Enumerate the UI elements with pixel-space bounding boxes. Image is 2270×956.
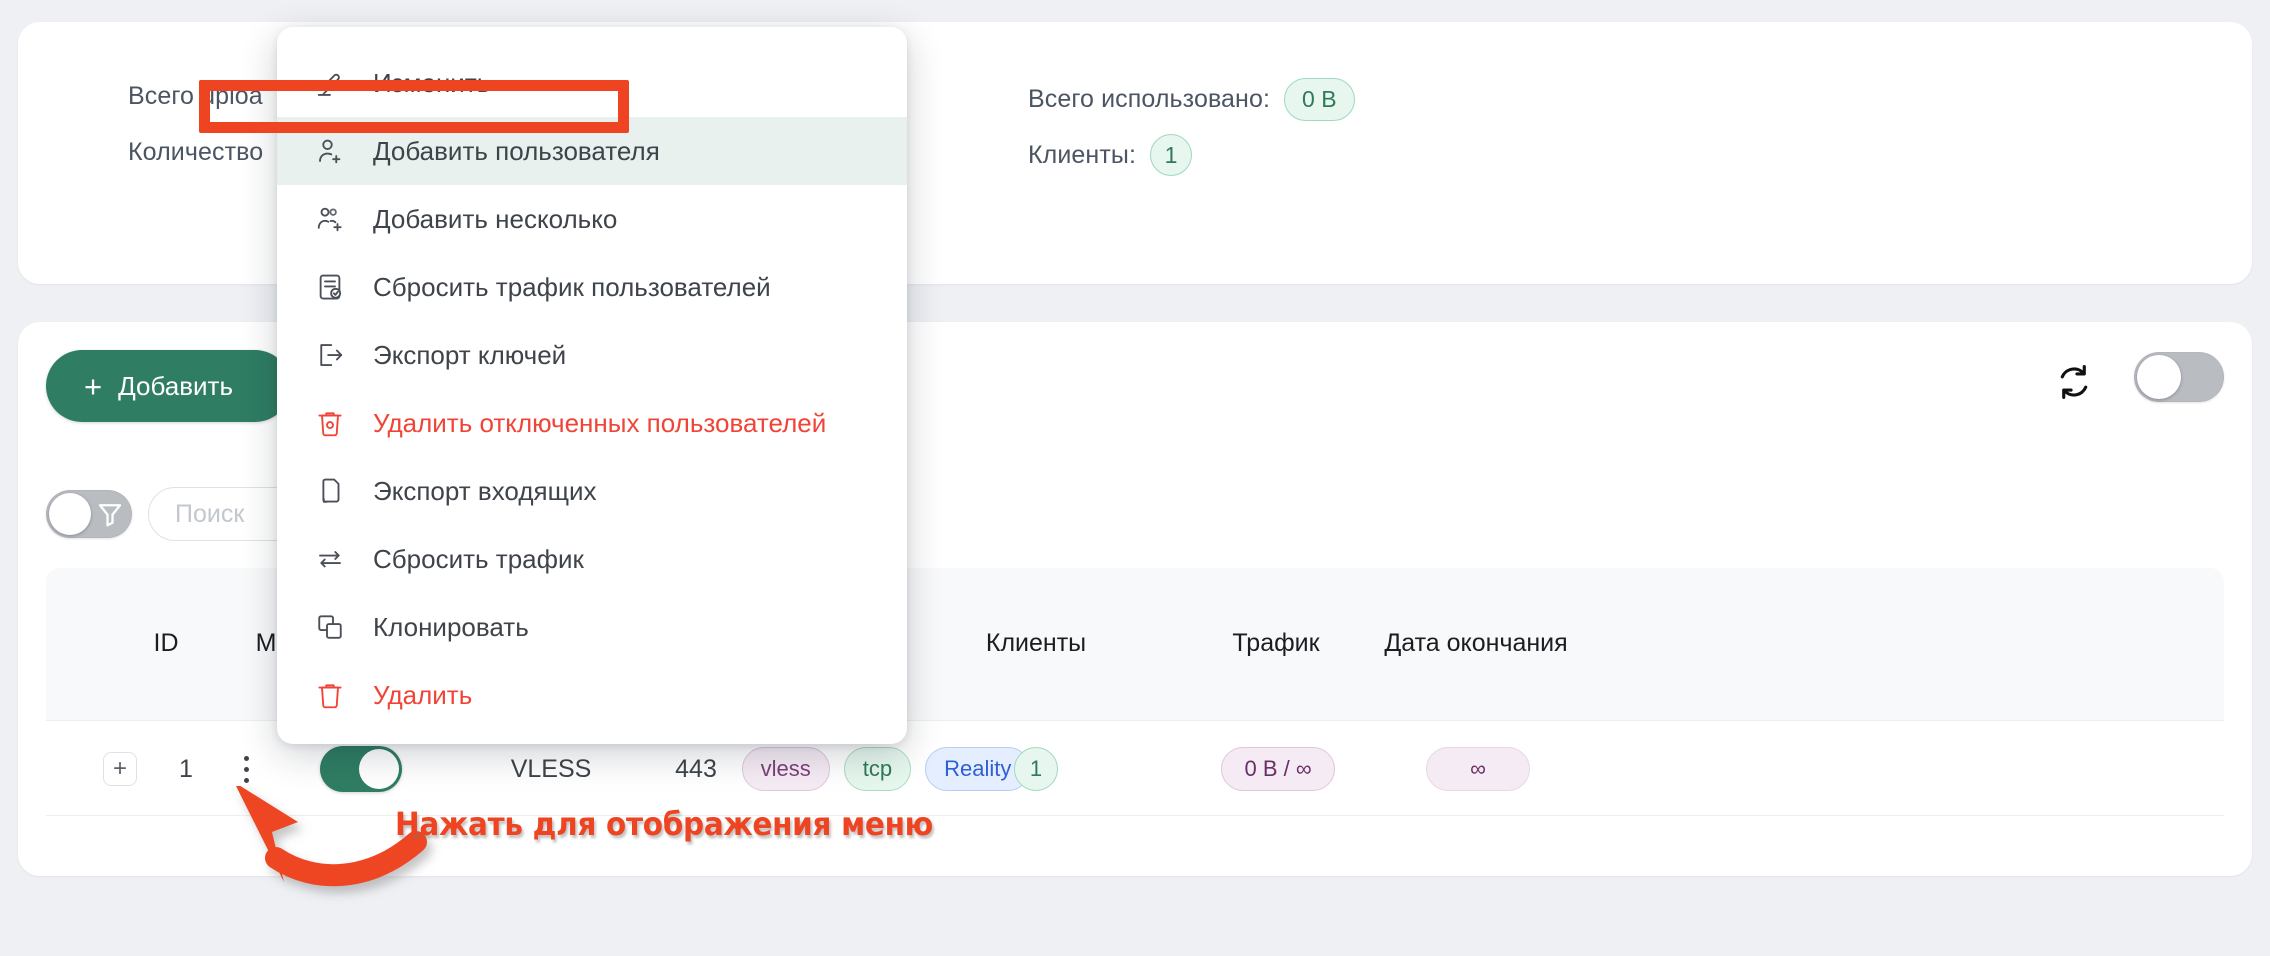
menu-item-label: Удалить [373, 679, 473, 710]
menu-item-reset-traffic[interactable]: Сбросить трафик [277, 525, 907, 593]
menu-item-label: Сбросить трафик пользователей [373, 271, 771, 302]
menu-item-label: Сбросить трафик [373, 543, 584, 574]
funnel-icon [95, 499, 125, 529]
menu-item-label: Клонировать [373, 611, 529, 642]
file-check-icon [315, 272, 345, 302]
table-header-traffic[interactable]: Трафик [1166, 568, 1386, 720]
menu-item-add-user[interactable]: Добавить пользователя [277, 117, 907, 185]
row-menu-icon[interactable] [243, 755, 249, 783]
filter-toggle[interactable] [46, 490, 132, 538]
menu-item-add-bulk[interactable]: Добавить несколько [277, 185, 907, 253]
stat-clients-label: Клиенты: [1028, 140, 1136, 169]
stat-total-used-label: Всего использовано: [1028, 85, 1271, 113]
refresh-icon[interactable] [2052, 360, 2096, 404]
table-header-id[interactable]: ID [116, 568, 216, 720]
plus-icon: + [84, 368, 103, 404]
row-clients-badge: 1 [1014, 747, 1058, 791]
tag-vless: vless [741, 747, 830, 791]
menu-item-label: Экспорт ключей [373, 339, 567, 370]
row-id: 1 [179, 754, 193, 783]
menu-item-delete[interactable]: Удалить [277, 661, 907, 729]
expand-icon[interactable]: + [103, 752, 137, 786]
export-icon [315, 340, 345, 370]
clone-icon [315, 612, 345, 642]
toggle-knob [49, 493, 91, 535]
menu-item-label: Добавить несколько [373, 203, 618, 234]
menu-item-delete-depleted-users[interactable]: Удалить отключенных пользователей [277, 389, 907, 457]
users-plus-icon [315, 204, 345, 234]
row-traffic-cell: 0 B / ∞ [1168, 721, 1388, 817]
reset-arrows-icon [315, 544, 345, 574]
curved-arrow-icon [234, 782, 427, 887]
trash-circle-icon [315, 408, 345, 438]
menu-item-clone[interactable]: Клонировать [277, 593, 907, 661]
stat-count: Количество [128, 138, 263, 167]
menu-item-reset-users-traffic[interactable]: Сбросить трафик пользователей [277, 253, 907, 321]
row-clients-cell: 1 [936, 721, 1136, 817]
table-header-clients[interactable]: Клиенты [926, 568, 1146, 720]
toggle-knob [359, 749, 399, 789]
context-menu: Изменить Добавить пользователя Добавить … [277, 27, 907, 744]
add-button-label: Добавить [118, 370, 234, 401]
toggle-knob [2137, 355, 2181, 399]
row-traffic-badge: 0 B / ∞ [1221, 747, 1335, 791]
stat-total-used-value: 0 B [1284, 78, 1355, 121]
stat-total-upload-label: Всего uploa [128, 82, 263, 110]
menu-item-label: Изменить [373, 67, 491, 98]
stat-total-upload: Всего uploa [128, 82, 263, 111]
add-button[interactable]: + Добавить [46, 350, 291, 422]
pencil-icon [315, 68, 345, 98]
menu-item-export-inbounds[interactable]: Экспорт входящих [277, 457, 907, 525]
row-expand-cell: + [90, 721, 150, 817]
row-expiry-cell: ∞ [1378, 721, 1578, 817]
copy-page-icon [315, 476, 345, 506]
user-plus-icon [315, 136, 345, 166]
stat-clients: Клиенты: 1 [1028, 134, 1192, 176]
row-expiry-badge: ∞ [1426, 747, 1530, 791]
menu-item-edit[interactable]: Изменить [277, 49, 907, 117]
app-page: Всего uploa Количество Всего использован… [0, 0, 2270, 956]
stat-total-used: Всего использовано: 0 B [1028, 78, 1355, 121]
stat-count-label: Количество [128, 138, 264, 166]
table-header-expiry[interactable]: Дата окончания [1376, 568, 1576, 720]
auto-refresh-toggle[interactable] [2134, 352, 2224, 402]
annotation-text: Нажать для отображения меню [395, 805, 934, 843]
tag-tcp: tcp [843, 747, 912, 791]
menu-item-label: Удалить отключенных пользователей [373, 407, 827, 438]
trash-icon [315, 680, 345, 710]
menu-item-label: Экспорт входящих [373, 475, 597, 506]
menu-item-label: Добавить пользователя [373, 135, 660, 166]
stat-clients-value: 1 [1150, 134, 1192, 176]
menu-item-export-keys[interactable]: Экспорт ключей [277, 321, 907, 389]
